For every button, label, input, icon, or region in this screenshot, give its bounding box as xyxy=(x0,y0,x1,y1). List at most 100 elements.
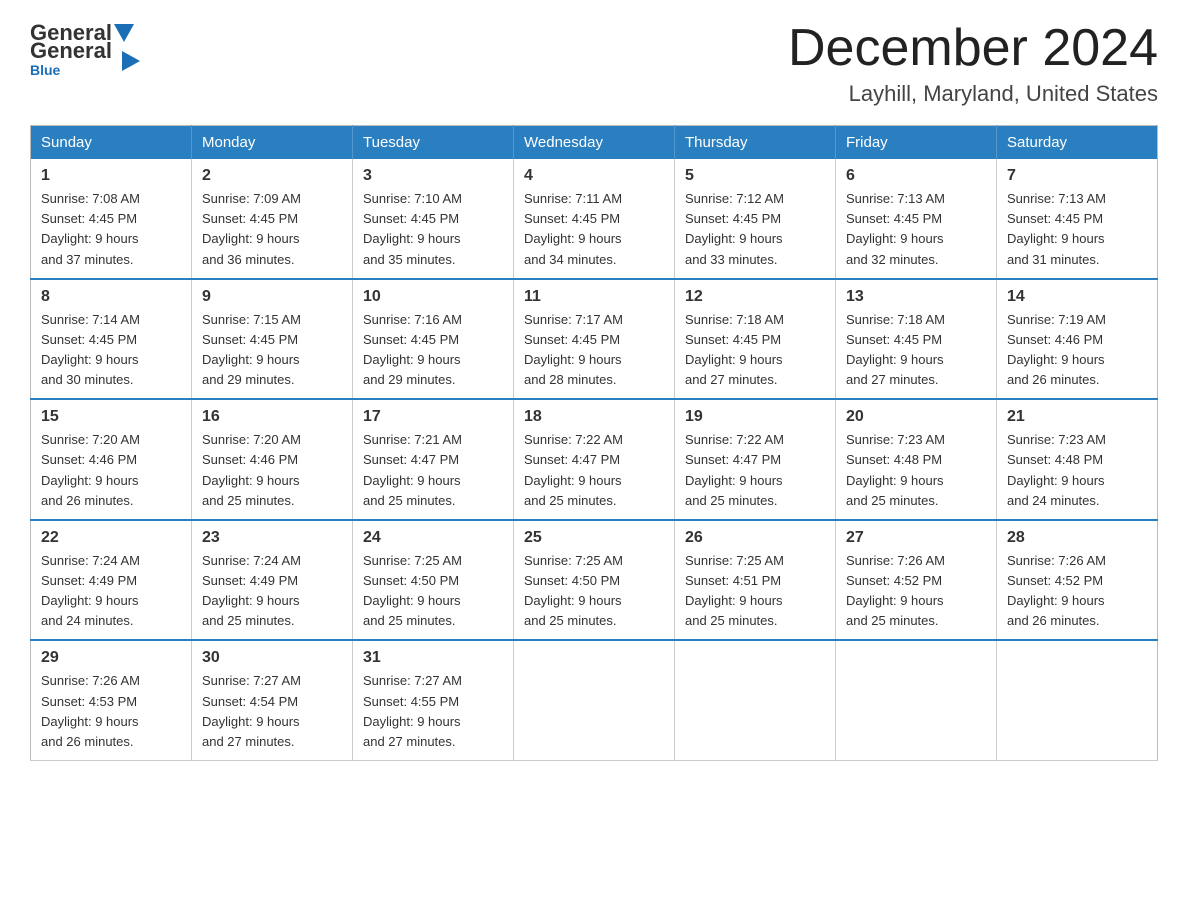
calendar-day-cell: 28 Sunrise: 7:26 AM Sunset: 4:52 PM Dayl… xyxy=(997,520,1158,641)
weekday-header-sunday: Sunday xyxy=(31,126,192,160)
day-number: 20 xyxy=(846,408,986,426)
day-info: Sunrise: 7:20 AM Sunset: 4:46 PM Dayligh… xyxy=(202,430,342,511)
day-info: Sunrise: 7:18 AM Sunset: 4:45 PM Dayligh… xyxy=(685,310,825,391)
weekday-header-saturday: Saturday xyxy=(997,126,1158,160)
calendar-day-cell: 29 Sunrise: 7:26 AM Sunset: 4:53 PM Dayl… xyxy=(31,640,192,760)
calendar-day-cell: 20 Sunrise: 7:23 AM Sunset: 4:48 PM Dayl… xyxy=(836,399,997,520)
day-number: 31 xyxy=(363,649,503,667)
logo-arrow-icon xyxy=(122,51,140,71)
day-number: 9 xyxy=(202,288,342,306)
logo: General General Blue xyxy=(30,20,136,78)
calendar-day-cell: 9 Sunrise: 7:15 AM Sunset: 4:45 PM Dayli… xyxy=(192,279,353,400)
day-number: 29 xyxy=(41,649,181,667)
calendar-table: SundayMondayTuesdayWednesdayThursdayFrid… xyxy=(30,125,1158,761)
calendar-week-row: 1 Sunrise: 7:08 AM Sunset: 4:45 PM Dayli… xyxy=(31,159,1158,279)
day-info: Sunrise: 7:16 AM Sunset: 4:45 PM Dayligh… xyxy=(363,310,503,391)
day-info: Sunrise: 7:25 AM Sunset: 4:51 PM Dayligh… xyxy=(685,551,825,632)
calendar-empty-cell xyxy=(514,640,675,760)
day-number: 12 xyxy=(685,288,825,306)
calendar-day-cell: 19 Sunrise: 7:22 AM Sunset: 4:47 PM Dayl… xyxy=(675,399,836,520)
day-info: Sunrise: 7:13 AM Sunset: 4:45 PM Dayligh… xyxy=(1007,189,1147,270)
day-number: 8 xyxy=(41,288,181,306)
day-number: 11 xyxy=(524,288,664,306)
day-number: 14 xyxy=(1007,288,1147,306)
day-info: Sunrise: 7:19 AM Sunset: 4:46 PM Dayligh… xyxy=(1007,310,1147,391)
calendar-day-cell: 14 Sunrise: 7:19 AM Sunset: 4:46 PM Dayl… xyxy=(997,279,1158,400)
day-number: 13 xyxy=(846,288,986,306)
day-info: Sunrise: 7:08 AM Sunset: 4:45 PM Dayligh… xyxy=(41,189,181,270)
day-number: 27 xyxy=(846,529,986,547)
calendar-day-cell: 15 Sunrise: 7:20 AM Sunset: 4:46 PM Dayl… xyxy=(31,399,192,520)
day-number: 24 xyxy=(363,529,503,547)
calendar-day-cell: 4 Sunrise: 7:11 AM Sunset: 4:45 PM Dayli… xyxy=(514,159,675,279)
calendar-day-cell: 5 Sunrise: 7:12 AM Sunset: 4:45 PM Dayli… xyxy=(675,159,836,279)
day-info: Sunrise: 7:25 AM Sunset: 4:50 PM Dayligh… xyxy=(524,551,664,632)
title-area: December 2024 Layhill, Maryland, United … xyxy=(788,20,1158,107)
calendar-week-row: 22 Sunrise: 7:24 AM Sunset: 4:49 PM Dayl… xyxy=(31,520,1158,641)
day-number: 25 xyxy=(524,529,664,547)
day-info: Sunrise: 7:22 AM Sunset: 4:47 PM Dayligh… xyxy=(685,430,825,511)
calendar-day-cell: 6 Sunrise: 7:13 AM Sunset: 4:45 PM Dayli… xyxy=(836,159,997,279)
calendar-day-cell: 17 Sunrise: 7:21 AM Sunset: 4:47 PM Dayl… xyxy=(353,399,514,520)
calendar-day-cell: 13 Sunrise: 7:18 AM Sunset: 4:45 PM Dayl… xyxy=(836,279,997,400)
day-info: Sunrise: 7:23 AM Sunset: 4:48 PM Dayligh… xyxy=(846,430,986,511)
calendar-week-row: 8 Sunrise: 7:14 AM Sunset: 4:45 PM Dayli… xyxy=(31,279,1158,400)
weekday-header-friday: Friday xyxy=(836,126,997,160)
calendar-day-cell: 25 Sunrise: 7:25 AM Sunset: 4:50 PM Dayl… xyxy=(514,520,675,641)
day-number: 1 xyxy=(41,167,181,185)
day-info: Sunrise: 7:22 AM Sunset: 4:47 PM Dayligh… xyxy=(524,430,664,511)
weekday-header-wednesday: Wednesday xyxy=(514,126,675,160)
calendar-subtitle: Layhill, Maryland, United States xyxy=(788,81,1158,107)
day-info: Sunrise: 7:26 AM Sunset: 4:52 PM Dayligh… xyxy=(846,551,986,632)
day-info: Sunrise: 7:24 AM Sunset: 4:49 PM Dayligh… xyxy=(41,551,181,632)
day-info: Sunrise: 7:27 AM Sunset: 4:55 PM Dayligh… xyxy=(363,671,503,752)
calendar-day-cell: 8 Sunrise: 7:14 AM Sunset: 4:45 PM Dayli… xyxy=(31,279,192,400)
day-info: Sunrise: 7:20 AM Sunset: 4:46 PM Dayligh… xyxy=(41,430,181,511)
day-info: Sunrise: 7:14 AM Sunset: 4:45 PM Dayligh… xyxy=(41,310,181,391)
calendar-day-cell: 30 Sunrise: 7:27 AM Sunset: 4:54 PM Dayl… xyxy=(192,640,353,760)
logo-triangle-icon xyxy=(114,24,134,42)
day-info: Sunrise: 7:18 AM Sunset: 4:45 PM Dayligh… xyxy=(846,310,986,391)
calendar-title: December 2024 xyxy=(788,20,1158,77)
day-number: 3 xyxy=(363,167,503,185)
day-number: 30 xyxy=(202,649,342,667)
calendar-day-cell: 26 Sunrise: 7:25 AM Sunset: 4:51 PM Dayl… xyxy=(675,520,836,641)
day-number: 15 xyxy=(41,408,181,426)
day-number: 28 xyxy=(1007,529,1147,547)
calendar-day-cell: 10 Sunrise: 7:16 AM Sunset: 4:45 PM Dayl… xyxy=(353,279,514,400)
calendar-day-cell: 27 Sunrise: 7:26 AM Sunset: 4:52 PM Dayl… xyxy=(836,520,997,641)
calendar-week-row: 29 Sunrise: 7:26 AM Sunset: 4:53 PM Dayl… xyxy=(31,640,1158,760)
calendar-day-cell: 23 Sunrise: 7:24 AM Sunset: 4:49 PM Dayl… xyxy=(192,520,353,641)
day-info: Sunrise: 7:11 AM Sunset: 4:45 PM Dayligh… xyxy=(524,189,664,270)
day-info: Sunrise: 7:26 AM Sunset: 4:52 PM Dayligh… xyxy=(1007,551,1147,632)
day-info: Sunrise: 7:10 AM Sunset: 4:45 PM Dayligh… xyxy=(363,189,503,270)
day-number: 2 xyxy=(202,167,342,185)
calendar-day-cell: 31 Sunrise: 7:27 AM Sunset: 4:55 PM Dayl… xyxy=(353,640,514,760)
day-info: Sunrise: 7:09 AM Sunset: 4:45 PM Dayligh… xyxy=(202,189,342,270)
calendar-empty-cell xyxy=(997,640,1158,760)
logo-general-text2: General xyxy=(30,38,112,64)
weekday-header-monday: Monday xyxy=(192,126,353,160)
day-info: Sunrise: 7:12 AM Sunset: 4:45 PM Dayligh… xyxy=(685,189,825,270)
calendar-week-row: 15 Sunrise: 7:20 AM Sunset: 4:46 PM Dayl… xyxy=(31,399,1158,520)
calendar-day-cell: 2 Sunrise: 7:09 AM Sunset: 4:45 PM Dayli… xyxy=(192,159,353,279)
calendar-day-cell: 3 Sunrise: 7:10 AM Sunset: 4:45 PM Dayli… xyxy=(353,159,514,279)
day-number: 18 xyxy=(524,408,664,426)
day-info: Sunrise: 7:24 AM Sunset: 4:49 PM Dayligh… xyxy=(202,551,342,632)
day-number: 26 xyxy=(685,529,825,547)
calendar-day-cell: 16 Sunrise: 7:20 AM Sunset: 4:46 PM Dayl… xyxy=(192,399,353,520)
day-number: 23 xyxy=(202,529,342,547)
day-info: Sunrise: 7:21 AM Sunset: 4:47 PM Dayligh… xyxy=(363,430,503,511)
calendar-day-cell: 1 Sunrise: 7:08 AM Sunset: 4:45 PM Dayli… xyxy=(31,159,192,279)
day-info: Sunrise: 7:25 AM Sunset: 4:50 PM Dayligh… xyxy=(363,551,503,632)
calendar-day-cell: 18 Sunrise: 7:22 AM Sunset: 4:47 PM Dayl… xyxy=(514,399,675,520)
day-info: Sunrise: 7:17 AM Sunset: 4:45 PM Dayligh… xyxy=(524,310,664,391)
day-info: Sunrise: 7:15 AM Sunset: 4:45 PM Dayligh… xyxy=(202,310,342,391)
page-header: General General Blue December 2024 Layhi… xyxy=(30,20,1158,107)
day-number: 7 xyxy=(1007,167,1147,185)
day-info: Sunrise: 7:27 AM Sunset: 4:54 PM Dayligh… xyxy=(202,671,342,752)
day-number: 17 xyxy=(363,408,503,426)
logo-blue-text: Blue xyxy=(30,62,60,78)
day-info: Sunrise: 7:13 AM Sunset: 4:45 PM Dayligh… xyxy=(846,189,986,270)
calendar-day-cell: 24 Sunrise: 7:25 AM Sunset: 4:50 PM Dayl… xyxy=(353,520,514,641)
